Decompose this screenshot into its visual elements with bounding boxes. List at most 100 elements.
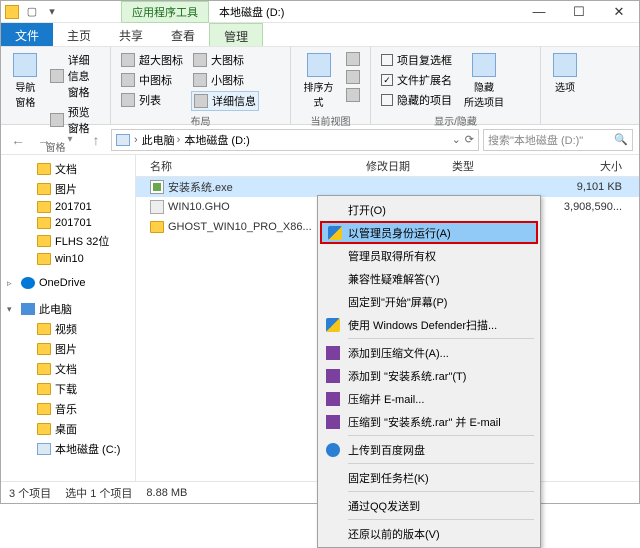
- minimize-button[interactable]: —: [519, 1, 559, 23]
- group-button[interactable]: [344, 51, 362, 67]
- search-input[interactable]: 搜索"本地磁盘 (D:)" 🔍: [483, 129, 633, 151]
- sidebar-item-label: 视频: [55, 321, 77, 337]
- ctx-open[interactable]: 打开(O): [320, 198, 538, 221]
- group-label: [549, 120, 583, 122]
- icon: [121, 73, 135, 87]
- nav-pane-button[interactable]: 导航窗格: [9, 51, 42, 137]
- sidebar-item[interactable]: 文档: [1, 159, 135, 179]
- ctx-compat[interactable]: 兼容性疑难解答(Y): [320, 267, 538, 290]
- add-column-button[interactable]: [344, 69, 362, 85]
- sidebar-item[interactable]: 本地磁盘 (C:): [1, 439, 135, 459]
- ctx-prev-versions[interactable]: 还原以前的版本(V): [320, 522, 538, 545]
- sidebar-item[interactable]: ▹OneDrive: [1, 275, 135, 291]
- sidebar-item[interactable]: FLHS 32位: [1, 231, 135, 251]
- m-icons-button[interactable]: 中图标: [119, 71, 185, 89]
- ctx-defender[interactable]: 使用 Windows Defender扫描...: [320, 313, 538, 336]
- sidebar-item[interactable]: 201701: [1, 199, 135, 215]
- sidebar-item-label: win10: [55, 253, 84, 265]
- ctx-admin-owner[interactable]: 管理员取得所有权: [320, 244, 538, 267]
- sidebar-item[interactable]: 下载: [1, 379, 135, 399]
- col-name[interactable]: 名称: [136, 155, 360, 177]
- label: 小图标: [211, 72, 244, 88]
- label: 文件扩展名: [397, 72, 452, 88]
- rar-icon: [326, 369, 340, 383]
- refresh-button[interactable]: ⟳: [465, 133, 474, 146]
- ctx-add-archive[interactable]: 添加到压缩文件(A)...: [320, 341, 538, 364]
- ctx-qq[interactable]: 通过QQ发送到: [320, 494, 538, 517]
- sidebar-item[interactable]: 桌面: [1, 419, 135, 439]
- sidebar-item-label: 下载: [55, 381, 77, 397]
- ctx-pin-taskbar[interactable]: 固定到任务栏(K): [320, 466, 538, 489]
- ctx-run-as-admin[interactable]: 以管理员身份运行(A): [320, 221, 538, 244]
- details-button[interactable]: 详细信息: [191, 91, 259, 111]
- icon: [193, 53, 207, 67]
- label: 排序方式: [303, 79, 334, 109]
- sidebar-item[interactable]: ▾此电脑: [1, 299, 135, 319]
- ctx-rar-email[interactable]: 压缩到 "安装系统.rar" 并 E-mail: [320, 410, 538, 433]
- xl-icons-button[interactable]: 超大图标: [119, 51, 185, 69]
- up-button[interactable]: ↑: [85, 129, 107, 151]
- sort-button[interactable]: 排序方式: [299, 51, 338, 111]
- label: 使用 Windows Defender扫描...: [348, 317, 497, 333]
- icon: [193, 73, 207, 87]
- history-button[interactable]: ▾: [59, 129, 81, 151]
- dropdown-icon[interactable]: ⌄: [452, 133, 461, 146]
- hidden-items-toggle[interactable]: 隐藏的项目: [379, 91, 454, 109]
- folder-icon: [37, 235, 51, 247]
- forward-button[interactable]: →: [33, 129, 55, 151]
- sidebar-item-label: 此电脑: [39, 301, 72, 317]
- sidebar-item[interactable]: 201701: [1, 215, 135, 231]
- tab-share[interactable]: 共享: [105, 23, 157, 46]
- tab-manage[interactable]: 管理: [209, 23, 263, 46]
- rar-icon: [326, 346, 340, 360]
- col-size[interactable]: 大小: [522, 155, 639, 177]
- address-bar[interactable]: › 此电脑› 本地磁盘 (D:) ⌄ ⟳: [111, 129, 479, 151]
- breadcrumb-thispc[interactable]: 此电脑›: [142, 132, 181, 148]
- drive-icon: [116, 134, 130, 146]
- options-button[interactable]: 选项: [549, 51, 581, 120]
- file-row[interactable]: 安装系统.exe9,101 KB: [136, 177, 639, 197]
- close-button[interactable]: ✕: [599, 1, 639, 23]
- ctx-pin-start[interactable]: 固定到"开始"屏幕(P): [320, 290, 538, 313]
- hide-icon: [472, 53, 496, 77]
- hide-selected-button[interactable]: 隐藏 所选项目: [460, 51, 508, 111]
- sidebar-item[interactable]: 视频: [1, 319, 135, 339]
- folder-icon: [37, 201, 51, 213]
- detail-pane-button[interactable]: 详细信息窗格: [48, 51, 102, 101]
- search-icon: 🔍: [614, 133, 628, 146]
- ctx-baidu[interactable]: 上传到百度网盘: [320, 438, 538, 461]
- tab-file[interactable]: 文件: [1, 23, 53, 46]
- sidebar-item[interactable]: win10: [1, 251, 135, 267]
- separator: [348, 338, 534, 339]
- list-button[interactable]: 列表: [119, 91, 185, 109]
- file-ext-toggle[interactable]: ✓文件扩展名: [379, 71, 454, 89]
- tab-view[interactable]: 查看: [157, 23, 209, 46]
- maximize-button[interactable]: ☐: [559, 1, 599, 23]
- qat-dropdown[interactable]: ▾: [43, 3, 61, 21]
- s-icons-button[interactable]: 小图标: [191, 71, 259, 89]
- sidebar-item[interactable]: 文档: [1, 359, 135, 379]
- back-button[interactable]: ←: [7, 129, 29, 151]
- file-name: WIN10.GHO: [168, 201, 230, 213]
- ctx-add-rar[interactable]: 添加到 "安装系统.rar"(T): [320, 364, 538, 387]
- window-title: 本地磁盘 (D:): [209, 2, 294, 22]
- qat-item[interactable]: ▢: [23, 3, 41, 21]
- sidebar-item[interactable]: 图片: [1, 339, 135, 359]
- col-type[interactable]: 类型: [446, 155, 522, 177]
- folder-icon: [150, 221, 164, 233]
- label: 固定到"开始"屏幕(P): [348, 294, 447, 310]
- fit-columns-button[interactable]: [344, 87, 362, 103]
- col-date[interactable]: 修改日期: [360, 155, 446, 177]
- checkbox-icon: [381, 54, 393, 66]
- ctx-email[interactable]: 压缩并 E-mail...: [320, 387, 538, 410]
- label: 本地磁盘 (D:): [184, 132, 249, 148]
- sidebar-item[interactable]: 图片: [1, 179, 135, 199]
- item-checkbox-toggle[interactable]: 项目复选框: [379, 51, 454, 69]
- breadcrumb-drive[interactable]: 本地磁盘 (D:): [184, 132, 249, 148]
- sidebar-item-label: 图片: [55, 181, 77, 197]
- label: 超大图标: [139, 52, 183, 68]
- tab-home[interactable]: 主页: [53, 23, 105, 46]
- l-icons-button[interactable]: 大图标: [191, 51, 259, 69]
- label: 固定到任务栏(K): [348, 470, 429, 486]
- sidebar-item[interactable]: 音乐: [1, 399, 135, 419]
